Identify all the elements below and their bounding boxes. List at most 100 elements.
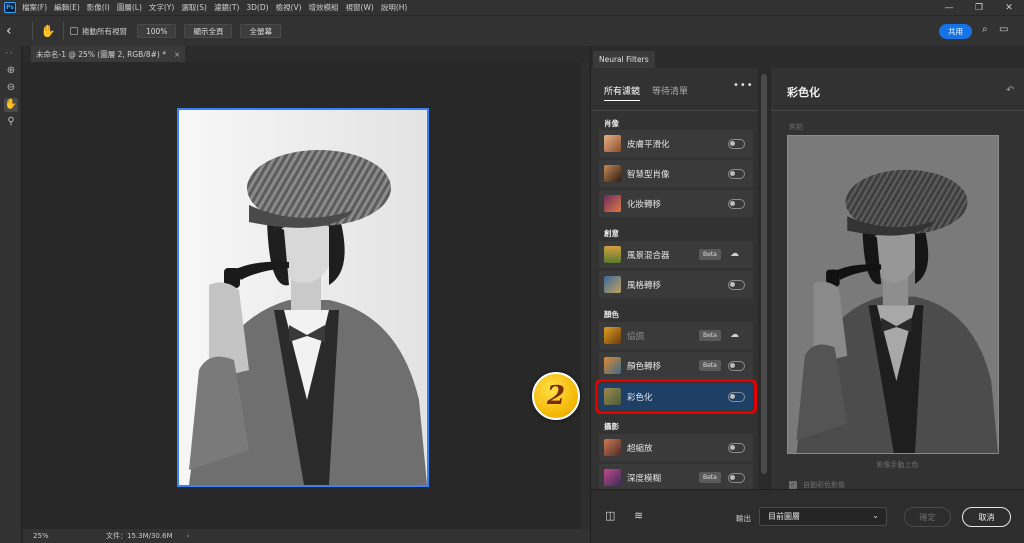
minimize-icon[interactable]: —: [934, 0, 964, 15]
hand-tool-icon[interactable]: ✋: [39, 24, 57, 38]
menu-image[interactable]: 影像(I): [87, 2, 110, 13]
search-icon[interactable]: ⌕: [982, 24, 988, 35]
status-chevron-icon[interactable]: ›: [187, 532, 190, 540]
menu-filter[interactable]: 濾鏡(T): [214, 2, 239, 13]
document-tab-bar: 未命名-1 @ 25% (圖層 2, RGB/8#) * ×: [23, 46, 590, 62]
divider: [63, 22, 64, 40]
style-transfer-toggle[interactable]: [728, 280, 745, 290]
menu-layer[interactable]: 圖層(L): [117, 2, 142, 13]
hand-icon[interactable]: ✋: [4, 98, 18, 112]
filter-super-zoom[interactable]: 超縮放: [599, 434, 753, 461]
category-creative: 創意: [604, 229, 619, 238]
menu-type[interactable]: 文字(Y): [149, 2, 174, 13]
options-bar: ‹ ✋ 捲動所有視窗 100% 顯示全頁 全螢幕 共用 ⌕ ▭: [0, 15, 1024, 46]
colorize-toggle[interactable]: [728, 392, 745, 402]
step-marker-badge: 2: [532, 372, 580, 420]
canvas-scrollbar[interactable]: [581, 62, 590, 529]
output-label: 輸出: [736, 514, 751, 523]
skin-smoothing-thumbnail-icon: [604, 135, 621, 152]
tab-all-filters[interactable]: 所有濾鏡: [604, 84, 641, 101]
filter-smart-portrait[interactable]: 智慧型肖像: [599, 160, 753, 187]
auto-color-checkbox[interactable]: ✓: [789, 481, 797, 489]
filter-label: 協調: [627, 331, 645, 342]
smart-portrait-thumbnail-icon: [604, 165, 621, 182]
filter-style-transfer[interactable]: 風格轉移: [599, 271, 753, 298]
cancel-button[interactable]: 取消: [962, 507, 1011, 527]
menu-window[interactable]: 視窗(W): [346, 2, 374, 13]
neural-filters-tab[interactable]: Neural Filters: [593, 51, 655, 68]
portrait-photo-image: [179, 110, 427, 485]
share-button[interactable]: 共用: [939, 24, 972, 39]
filter-harmonization[interactable]: 協調 Beta ☁: [599, 322, 753, 349]
super-zoom-toggle[interactable]: [728, 443, 745, 453]
super-zoom-thumbnail-icon: [604, 439, 621, 456]
filter-list-panel: 所有濾鏡 等待清單 ••• 肖像 皮膚平滑化 智慧型肖像 化妝轉移 創意 風景混…: [590, 68, 759, 491]
preview-caption: 影像手動上色: [876, 461, 919, 469]
filter-colorize[interactable]: 彩色化: [595, 379, 757, 414]
close-tab-icon[interactable]: ×: [174, 50, 180, 59]
layers-icon[interactable]: ≋: [634, 509, 643, 522]
magnifier-icon[interactable]: ⚲: [4, 115, 18, 129]
photoshop-logo-icon: Ps: [4, 2, 16, 13]
document-tab-title: 未命名-1 @ 25% (圖層 2, RGB/8#) *: [36, 49, 166, 59]
divider: [591, 110, 759, 111]
beta-badge: Beta: [699, 330, 721, 341]
category-color: 顏色: [604, 310, 619, 319]
status-zoom[interactable]: 25%: [33, 532, 73, 540]
tab-wait-list[interactable]: 等待清單: [652, 84, 688, 101]
restore-icon[interactable]: ❐: [964, 0, 994, 15]
filter-settings-panel: 彩色化 ↶ 焦點 影像手動上色 ✓ 自動彩色影像: [771, 68, 1024, 489]
filter-label: 皮膚平滑化: [627, 139, 670, 150]
category-portrait: 肖像: [604, 119, 619, 128]
makeup-transfer-toggle[interactable]: [728, 199, 745, 209]
menu-view[interactable]: 檢視(V): [276, 2, 302, 13]
zoom-out-icon[interactable]: ⊖: [4, 81, 18, 95]
cloud-download-icon[interactable]: ☁: [730, 330, 739, 340]
tools-panel: •• ⊕ ⊖ ✋ ⚲: [0, 46, 22, 543]
split-view-icon[interactable]: ◫: [605, 509, 615, 522]
cloud-download-icon[interactable]: ☁: [730, 249, 739, 259]
menu-bar: Ps 檔案(F) 編輯(E) 影像(I) 圖層(L) 文字(Y) 選取(S) 濾…: [0, 0, 1024, 15]
menu-file[interactable]: 檔案(F): [22, 2, 47, 13]
filter-label: 顏色轉移: [627, 361, 662, 372]
menu-select[interactable]: 選取(S): [181, 2, 207, 13]
scroll-all-windows-checkbox[interactable]: [70, 27, 78, 35]
document-tab[interactable]: 未命名-1 @ 25% (圖層 2, RGB/8#) * ×: [31, 46, 186, 62]
filter-makeup-transfer[interactable]: 化妝轉移: [599, 190, 753, 217]
more-options-icon[interactable]: •••: [733, 80, 754, 91]
filter-depth-blur[interactable]: 深度模糊 Beta: [599, 464, 753, 491]
skin-smoothing-toggle[interactable]: [728, 139, 745, 149]
smart-portrait-toggle[interactable]: [728, 169, 745, 179]
panel-grip-icon[interactable]: ••: [5, 50, 14, 57]
filter-label: 超縮放: [627, 443, 653, 454]
chevron-down-icon: ⌄: [872, 511, 879, 520]
zoom-100-button[interactable]: 100%: [137, 24, 177, 38]
style-transfer-thumbnail-icon: [604, 276, 621, 293]
workspace-icon[interactable]: ▭: [999, 24, 1008, 35]
preview-image[interactable]: [787, 135, 999, 454]
menu-3d[interactable]: 3D(D): [246, 3, 268, 12]
filter-color-transfer[interactable]: 顏色轉移 Beta: [599, 352, 753, 379]
fill-screen-button[interactable]: 全螢幕: [240, 24, 281, 38]
menu-edit[interactable]: 編輯(E): [54, 2, 80, 13]
depth-blur-toggle[interactable]: [728, 473, 745, 483]
reset-icon[interactable]: ↶: [1006, 85, 1014, 96]
color-transfer-toggle[interactable]: [728, 361, 745, 371]
close-icon[interactable]: ✕: [994, 0, 1024, 15]
filter-landscape-mixer[interactable]: 風景混合器 Beta ☁: [599, 241, 753, 268]
menu-plugins[interactable]: 增效模組: [309, 2, 339, 13]
scroll-all-windows-label: 捲動所有視窗: [82, 26, 127, 36]
document-photo[interactable]: [177, 108, 429, 487]
ok-button[interactable]: 確定: [904, 507, 951, 527]
filter-label: 風景混合器: [627, 250, 670, 261]
filter-label: 化妝轉移: [627, 199, 662, 210]
scrollbar-thumb[interactable]: [761, 74, 767, 474]
filter-skin-smoothing[interactable]: 皮膚平滑化: [599, 130, 753, 157]
zoom-in-icon[interactable]: ⊕: [4, 64, 18, 78]
filter-list-scrollbar[interactable]: [758, 68, 770, 489]
menu-help[interactable]: 說明(H): [381, 2, 408, 13]
fit-screen-button[interactable]: 顯示全頁: [184, 24, 233, 38]
back-arrow-icon[interactable]: ‹: [6, 23, 26, 39]
output-select[interactable]: 目前圖層 ⌄: [759, 507, 887, 526]
harmonization-thumbnail-icon: [604, 327, 621, 344]
